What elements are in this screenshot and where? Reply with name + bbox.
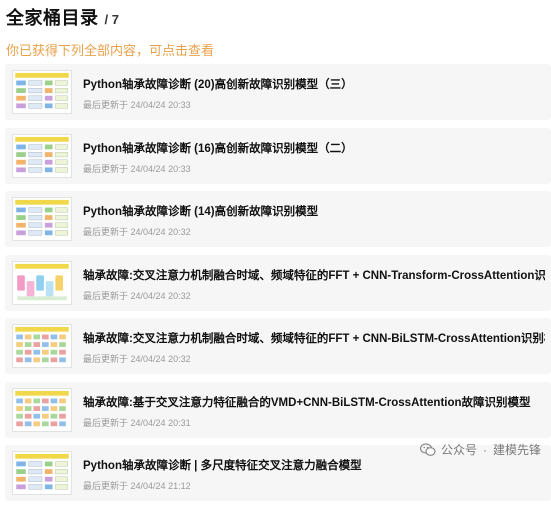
article-thumbnail xyxy=(12,133,72,178)
article-thumbnail xyxy=(12,387,72,432)
thumbnail-graphic xyxy=(13,388,71,431)
item-updated: 最后更新于 24/04/24 20:33 xyxy=(83,100,191,110)
item-updated: 最后更新于 24/04/24 20:33 xyxy=(83,163,191,174)
list-item[interactable]: Python轴承故障诊断 (20)高创新故障识别模型（三） 最后更新于 24/0… xyxy=(5,64,551,120)
page-title: 全家桶目录 xyxy=(6,8,99,28)
access-notice: 你已获得下列全部内容，可点击查看 xyxy=(6,43,215,58)
thumbnail-graphic xyxy=(13,452,71,494)
list-item[interactable]: 轴承故障:交叉注意力机制融合时域、频域特征的FFT + CNN-Transfor… xyxy=(5,254,551,311)
list-item[interactable]: 轴承故障:基于交叉注意力特征融合的VMD+CNN-BiLSTM-CrossAtt… xyxy=(5,381,551,438)
thumbnail-graphic xyxy=(13,325,71,367)
list-item[interactable]: 轴承故障:交叉注意力机制融合时域、频域特征的FFT + CNN-BiLSTM-C… xyxy=(5,318,551,374)
item-title: Python轴承故障诊断 (14)高创新故障识别模型 xyxy=(83,206,319,218)
thumbnail-graphic xyxy=(13,198,71,240)
watermark-platform: 公众号 xyxy=(440,443,477,457)
item-count: / 7 xyxy=(104,12,119,27)
item-title: Python轴承故障诊断 (20)高创新故障识别模型（三） xyxy=(83,79,353,91)
item-title: 轴承故障:交叉注意力机制融合时域、频域特征的FFT + CNN-Transfor… xyxy=(83,269,545,282)
article-thumbnail xyxy=(12,260,72,305)
item-title: 轴承故障:基于交叉注意力特征融合的VMD+CNN-BiLSTM-CrossAtt… xyxy=(83,396,531,409)
list-item[interactable]: Python轴承故障诊断 (14)高创新故障识别模型 最后更新于 24/04/2… xyxy=(5,191,551,247)
thumbnail-graphic xyxy=(13,261,71,304)
item-updated: 最后更新于 24/04/24 20:31 xyxy=(83,417,191,428)
article-thumbnail xyxy=(12,70,72,114)
item-title: 轴承故障:交叉注意力机制融合时域、频域特征的FFT + CNN-BiLSTM-C… xyxy=(83,333,545,345)
item-updated: 最后更新于 24/04/24 20:32 xyxy=(83,290,191,301)
article-thumbnail xyxy=(12,324,72,368)
article-thumbnail xyxy=(12,197,72,241)
article-thumbnail xyxy=(12,451,72,495)
thumbnail-graphic xyxy=(13,71,71,113)
header: 全家桶目录 / 7 xyxy=(6,4,119,30)
watermark: 公众号 · 建模先锋 xyxy=(419,441,541,458)
wechat-icon xyxy=(419,442,436,456)
item-updated: 最后更新于 24/04/24 21:12 xyxy=(83,481,191,491)
item-updated: 最后更新于 24/04/24 20:32 xyxy=(83,227,191,237)
thumbnail-graphic xyxy=(13,134,71,177)
item-title: Python轴承故障诊断 (16)高创新故障识别模型（二） xyxy=(83,142,353,155)
list-item[interactable]: Python轴承故障诊断 (16)高创新故障识别模型（二） 最后更新于 24/0… xyxy=(5,127,551,184)
watermark-separator: · xyxy=(482,442,487,457)
item-updated: 最后更新于 24/04/24 20:32 xyxy=(83,354,191,364)
watermark-account: 建模先锋 xyxy=(492,443,541,457)
